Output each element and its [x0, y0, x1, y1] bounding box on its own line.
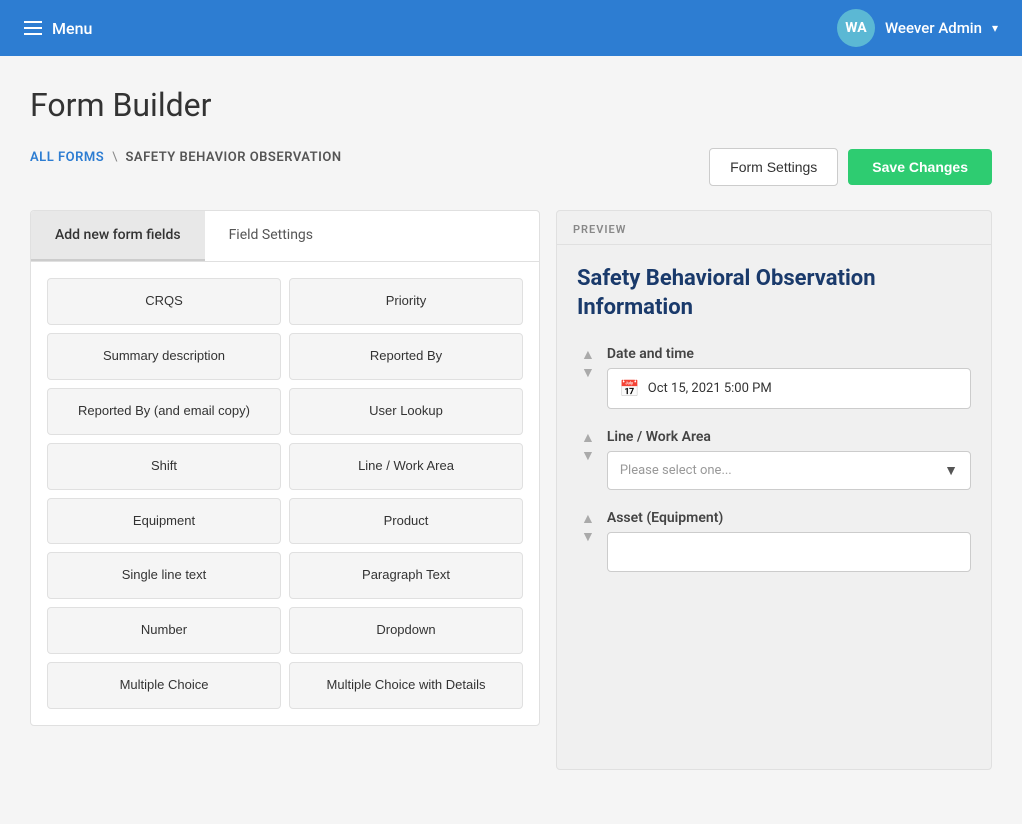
- field-btn-reported-by[interactable]: Reported By: [289, 333, 523, 380]
- line-work-area-select[interactable]: Please select one... ▼: [607, 451, 971, 490]
- select-placeholder: Please select one...: [620, 463, 732, 478]
- tabs: Add new form fields Field Settings: [31, 211, 539, 262]
- field-btn-paragraph[interactable]: Paragraph Text: [289, 552, 523, 599]
- tab-field-settings[interactable]: Field Settings: [205, 211, 337, 261]
- line-work-area-field-content: Line / Work Area Please select one... ▼: [607, 429, 971, 490]
- asset-field-content: Asset (Equipment): [607, 510, 971, 572]
- datetime-field-content: Date and time 📅 Oct 15, 2021 5:00 PM: [607, 346, 971, 409]
- field-btn-number[interactable]: Number: [47, 607, 281, 654]
- calendar-icon: 📅: [620, 379, 640, 398]
- field-btn-reported-by-email[interactable]: Reported By (and email copy): [47, 388, 281, 435]
- field-btn-multiple-choice-details[interactable]: Multiple Choice with Details: [289, 662, 523, 709]
- form-settings-button[interactable]: Form Settings: [709, 148, 838, 186]
- select-dropdown-arrow: ▼: [944, 462, 958, 479]
- field-btn-product[interactable]: Product: [289, 498, 523, 545]
- breadcrumb-current-form: SAFETY BEHAVIOR OBSERVATION: [125, 150, 341, 165]
- right-panel: PREVIEW Safety Behavioral Observation In…: [556, 210, 992, 770]
- datetime-arrows: ▲ ▼: [577, 346, 599, 380]
- main-content: Form Builder ALL FORMS \ SAFETY BEHAVIOR…: [0, 56, 1022, 800]
- field-btn-shift[interactable]: Shift: [47, 443, 281, 490]
- breadcrumb-all-forms[interactable]: ALL FORMS: [30, 150, 104, 165]
- datetime-down-arrow[interactable]: ▼: [577, 364, 599, 380]
- preview-field-datetime: ▲ ▼ Date and time 📅 Oct 15, 2021 5:00 PM: [577, 346, 971, 409]
- breadcrumb-separator: \: [112, 150, 117, 165]
- app-header: Menu WA Weever Admin ▾: [0, 0, 1022, 56]
- hamburger-icon: [24, 21, 42, 35]
- save-changes-button[interactable]: Save Changes: [848, 149, 992, 185]
- form-title-line2: Information: [577, 295, 693, 320]
- asset-down-arrow[interactable]: ▼: [577, 528, 599, 544]
- preview-field-asset: ▲ ▼ Asset (Equipment): [577, 510, 971, 572]
- asset-label: Asset (Equipment): [607, 510, 971, 526]
- field-btn-dropdown[interactable]: Dropdown: [289, 607, 523, 654]
- datetime-up-arrow[interactable]: ▲: [577, 346, 599, 362]
- user-dropdown-arrow[interactable]: ▾: [992, 21, 998, 35]
- line-work-area-up-arrow[interactable]: ▲: [577, 429, 599, 445]
- field-grid: CRQS Priority Summary description Report…: [31, 262, 539, 725]
- asset-up-arrow[interactable]: ▲: [577, 510, 599, 526]
- breadcrumb: ALL FORMS \ SAFETY BEHAVIOR OBSERVATION: [30, 150, 342, 165]
- form-title-line1: Safety Behavioral Observation: [577, 266, 876, 291]
- preview-field-line-work-area: ▲ ▼ Line / Work Area Please select one..…: [577, 429, 971, 490]
- action-buttons: Form Settings Save Changes: [709, 148, 992, 186]
- user-area: WA Weever Admin ▾: [837, 9, 998, 47]
- preview-form-title: Safety Behavioral Observation Informatio…: [577, 265, 971, 322]
- datetime-value: Oct 15, 2021 5:00 PM: [648, 381, 772, 396]
- datetime-input[interactable]: 📅 Oct 15, 2021 5:00 PM: [607, 368, 971, 409]
- datetime-label: Date and time: [607, 346, 971, 362]
- user-name: Weever Admin: [885, 19, 982, 37]
- menu-button[interactable]: Menu: [24, 19, 92, 38]
- line-work-area-arrows: ▲ ▼: [577, 429, 599, 463]
- field-btn-line-work-area[interactable]: Line / Work Area: [289, 443, 523, 490]
- line-work-area-label: Line / Work Area: [607, 429, 971, 445]
- line-work-area-down-arrow[interactable]: ▼: [577, 447, 599, 463]
- field-btn-crqs[interactable]: CRQS: [47, 278, 281, 325]
- preview-label: PREVIEW: [557, 211, 991, 245]
- preview-content: Safety Behavioral Observation Informatio…: [557, 245, 991, 612]
- breadcrumb-row: ALL FORMS \ SAFETY BEHAVIOR OBSERVATION …: [30, 148, 992, 186]
- tab-add-fields[interactable]: Add new form fields: [31, 211, 205, 261]
- field-btn-multiple-choice[interactable]: Multiple Choice: [47, 662, 281, 709]
- asset-arrows: ▲ ▼: [577, 510, 599, 544]
- field-btn-summary[interactable]: Summary description: [47, 333, 281, 380]
- field-btn-priority[interactable]: Priority: [289, 278, 523, 325]
- menu-label: Menu: [52, 19, 92, 38]
- field-btn-equipment[interactable]: Equipment: [47, 498, 281, 545]
- left-panel: Add new form fields Field Settings CRQS …: [30, 210, 540, 726]
- asset-input[interactable]: [607, 532, 971, 572]
- avatar: WA: [837, 9, 875, 47]
- content-layout: Add new form fields Field Settings CRQS …: [30, 210, 992, 770]
- page-title: Form Builder: [30, 86, 992, 124]
- field-btn-user-lookup[interactable]: User Lookup: [289, 388, 523, 435]
- field-btn-single-line[interactable]: Single line text: [47, 552, 281, 599]
